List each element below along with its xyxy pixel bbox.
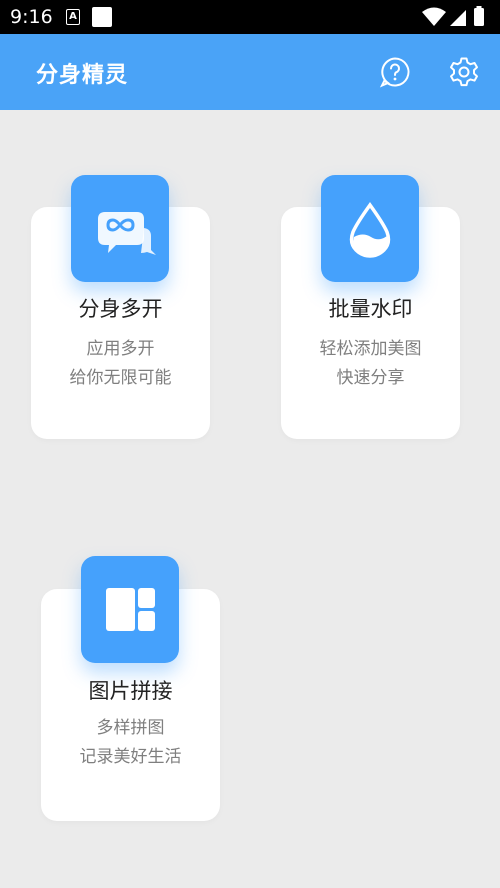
notification-square-icon xyxy=(92,7,112,27)
battery-icon xyxy=(474,8,484,26)
settings-gear-icon[interactable] xyxy=(448,56,480,88)
card-image-stitch-icon-tile xyxy=(81,556,179,663)
help-icon[interactable] xyxy=(379,56,411,88)
signal-icon xyxy=(450,10,466,26)
status-time: 9:16 xyxy=(10,6,53,28)
chat-infinity-icon xyxy=(98,212,156,255)
card-app-clone[interactable]: 分身多开 应用多开 给你无限可能 xyxy=(31,175,210,439)
card-image-stitch[interactable]: 图片拼接 多样拼图 记录美好生活 xyxy=(41,556,220,821)
app-bar: 分身精灵 xyxy=(0,34,500,110)
status-indicators xyxy=(422,6,484,26)
card-batch-watermark-desc-line1: 轻松添加美图 xyxy=(319,339,422,359)
card-image-stitch-title: 图片拼接 xyxy=(88,679,173,703)
status-bar: 9:16 A xyxy=(0,0,500,34)
card-image-stitch-desc-line1: 多样拼图 xyxy=(96,718,165,738)
card-batch-watermark-desc-line2: 快速分享 xyxy=(336,368,405,388)
card-app-clone-desc-line1: 应用多开 xyxy=(86,339,155,359)
grid-layout-icon xyxy=(106,588,155,631)
card-image-stitch-desc-line2: 记录美好生活 xyxy=(79,747,182,767)
card-batch-watermark-title: 批量水印 xyxy=(328,297,413,321)
card-app-clone-title: 分身多开 xyxy=(78,297,163,321)
wifi-icon xyxy=(422,7,446,26)
card-app-clone-icon-tile xyxy=(71,175,169,282)
card-batch-watermark-icon-tile xyxy=(321,175,419,282)
notification-a-icon: A xyxy=(66,9,80,25)
app-title: 分身精灵 xyxy=(36,63,129,88)
water-drop-icon xyxy=(349,202,391,258)
card-app-clone-desc-line2: 给你无限可能 xyxy=(69,368,172,388)
card-batch-watermark[interactable]: 批量水印 轻松添加美图 快速分享 xyxy=(281,175,460,439)
